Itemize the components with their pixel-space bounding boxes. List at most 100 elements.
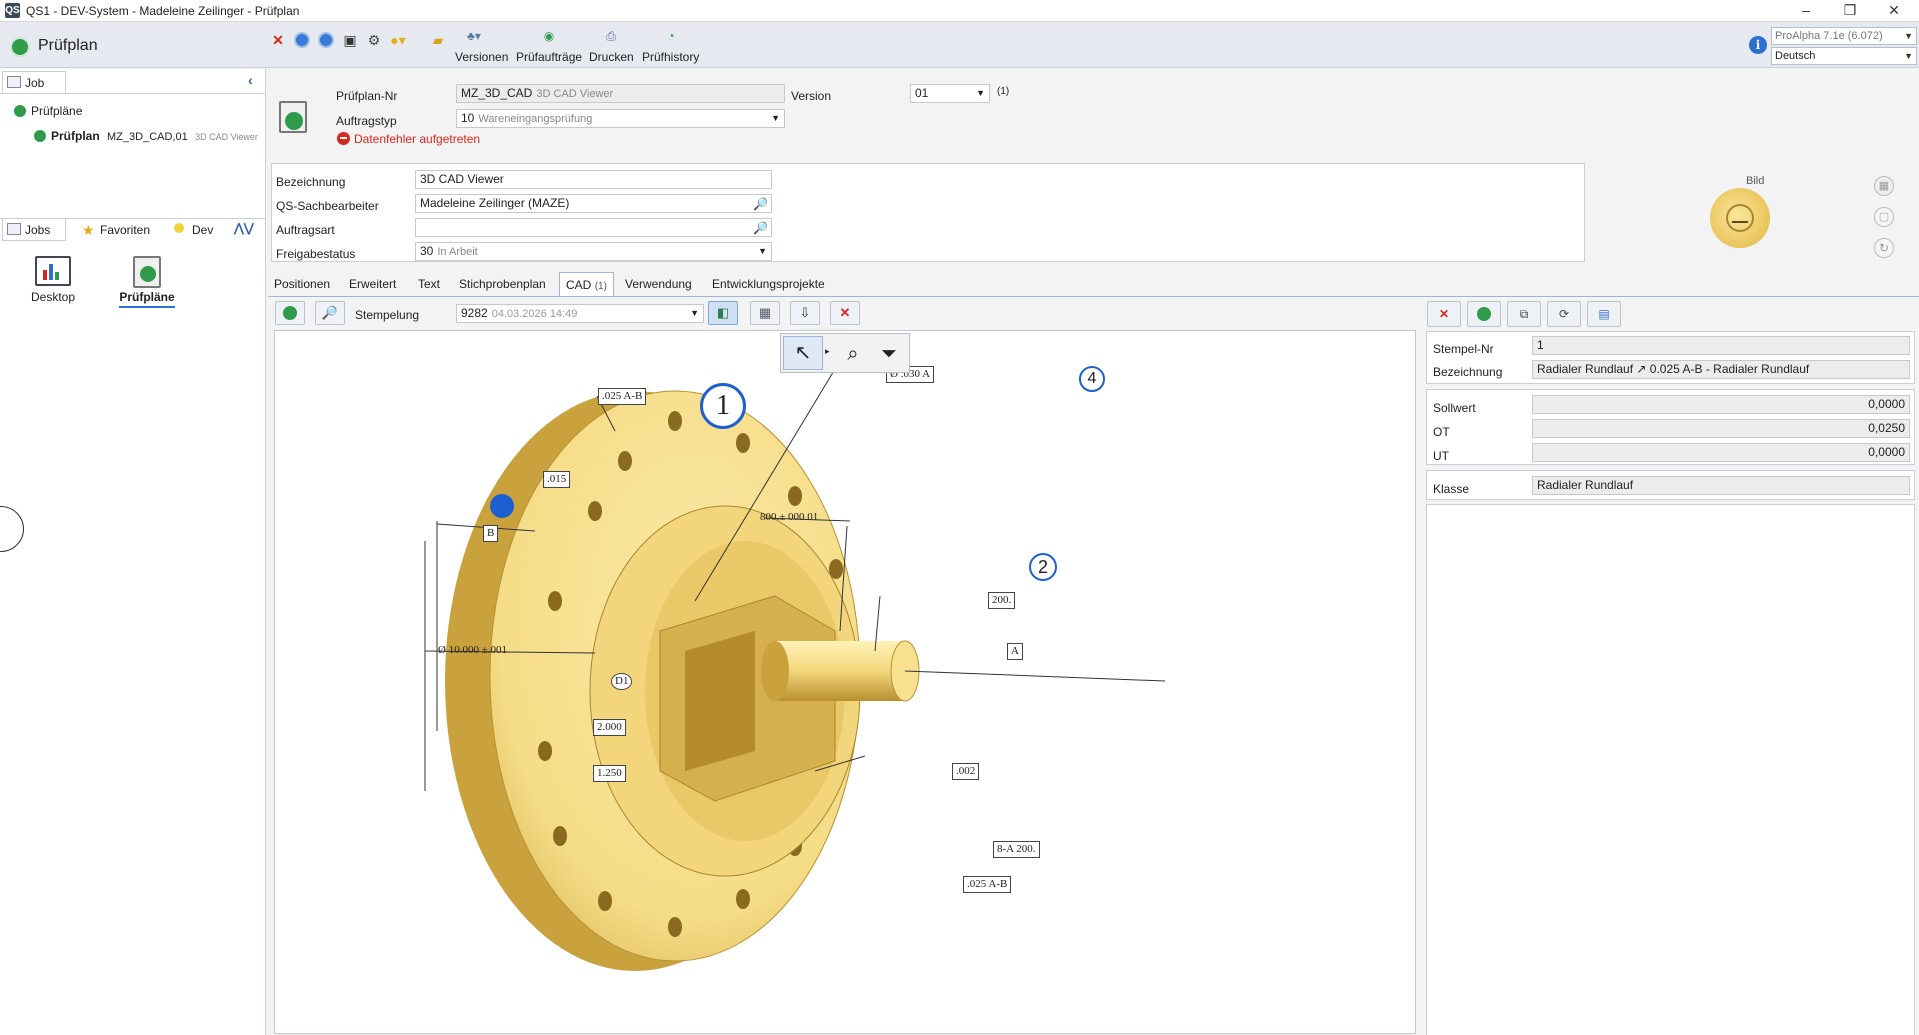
close-window-button[interactable]: ✕ <box>1872 0 1916 22</box>
back-button[interactable] <box>292 30 312 50</box>
sollwert-field[interactable]: 0,0000 <box>1532 395 1910 414</box>
pruefauftraege-icon[interactable]: ◉ <box>540 28 558 44</box>
klasse-field[interactable]: Radialer Rundlauf <box>1532 476 1910 495</box>
auftragstyp-select[interactable]: 10 Wareneingangsprüfung ▼ <box>456 109 785 128</box>
datum-b-label[interactable]: B <box>483 525 499 542</box>
tab-cad[interactable]: CAD (1) <box>559 272 614 297</box>
bookmark-dropdown-icon[interactable]: ●▾ <box>388 30 408 50</box>
gdt-callout-circularity[interactable]: .002 <box>952 763 980 780</box>
pruefauftraege-button[interactable]: Prüfaufträge <box>516 50 582 64</box>
ot-field[interactable]: 0,0250 <box>1532 419 1910 438</box>
collapse-panel-icon[interactable]: ‹ <box>248 72 253 88</box>
balloon-4[interactable]: 4 <box>1079 366 1105 392</box>
detail-form-box: Bezeichnung 3D CAD Viewer QS-Sachbearbei… <box>271 163 1585 262</box>
tab-stichprobenplan[interactable]: Stichprobenplan <box>453 272 552 296</box>
cad-model-canvas[interactable] <box>275 331 1416 1034</box>
gdt-callout-runout-1[interactable]: .025 A-B <box>598 388 647 405</box>
gdt-callout-200[interactable]: 200. <box>988 592 1016 609</box>
collapse-arrows-icon[interactable]: ⋀⋁ <box>234 221 254 235</box>
freigabestatus-select[interactable]: 30 In Arbeit ▼ <box>415 242 772 261</box>
refresh-detail-button[interactable]: ⟳ <box>1547 301 1581 327</box>
forward-button[interactable] <box>316 30 336 50</box>
search-stamp-button[interactable]: 🔎 <box>315 301 345 325</box>
print-icon[interactable]: ⎙ <box>602 28 620 44</box>
dimension-2000[interactable]: 2.000 <box>593 719 626 736</box>
launcher-desktop[interactable]: Desktop <box>24 256 82 304</box>
copy-detail-button[interactable]: ⧉ <box>1507 301 1541 327</box>
monitor-icon <box>7 76 21 88</box>
product-select[interactable]: ProAlpha 7.1e (6.072) ▼ <box>1771 27 1917 45</box>
dimension-1250[interactable]: 1.250 <box>593 765 626 782</box>
left-panel: Job ‹ Prüfpläne Prüfplan MZ_3D_CAD,01 3D… <box>0 69 266 1035</box>
delete-stamp-button[interactable]: ✕ <box>830 301 860 325</box>
stempel-nr-field[interactable]: 1 <box>1532 336 1910 355</box>
diameter-dimension[interactable]: Ø 10.000 ±.001 <box>435 643 510 660</box>
restore-button[interactable]: ❐ <box>1828 0 1872 22</box>
folder-notification-icon[interactable]: ▰ <box>428 30 448 50</box>
dropdown-arrow-icon[interactable]: ▸ <box>825 346 830 357</box>
datum-a-label[interactable]: A <box>1007 643 1023 660</box>
circle-handle[interactable] <box>0 506 24 552</box>
settings-icon[interactable]: ⚙ <box>364 30 384 50</box>
delete-detail-button[interactable]: ✕ <box>1427 301 1461 327</box>
gdt-callout-8a[interactable]: 8-A 200. <box>993 841 1040 858</box>
dimension-callout[interactable]: 800.± 000.01 <box>757 510 821 527</box>
search-icon: 🔎 <box>321 305 339 320</box>
launcher-pruefplaene[interactable]: Prüfpläne <box>112 256 182 308</box>
gdt-callout-runout-3[interactable]: .025 A-B <box>963 876 1012 893</box>
versionen-button[interactable]: Versionen <box>455 50 508 64</box>
balloon-1[interactable]: 1 <box>700 383 746 429</box>
tab-text[interactable]: Text <box>412 272 446 296</box>
app-logo-icon: QS <box>5 3 20 18</box>
divider <box>0 93 266 94</box>
error-message: Datenfehler aufgetreten <box>337 132 480 146</box>
tree-root-pruefplaene[interactable]: Prüfpläne <box>14 104 82 118</box>
info-icon[interactable]: i <box>1749 36 1767 54</box>
versions-icon[interactable]: ♣▾ <box>465 28 483 44</box>
history-icon[interactable]: ◔ <box>662 28 680 44</box>
balloon-marker[interactable] <box>490 494 514 518</box>
ut-field[interactable]: 0,0000 <box>1532 443 1910 462</box>
tab-job[interactable]: Job <box>2 71 66 93</box>
grid-view-icon[interactable]: ▦ <box>1874 176 1894 196</box>
table-view-button[interactable]: ▦ <box>750 301 780 325</box>
lookup-icon[interactable]: 🔎 <box>753 220 768 236</box>
version-select[interactable]: 01 ▼ <box>910 84 990 103</box>
export-button[interactable]: ⇩ <box>790 301 820 325</box>
lookup-icon[interactable]: 🔎 <box>753 196 768 212</box>
bezeichnung-detail-field[interactable]: Radialer Rundlauf ↗ 0.025 A-B - Radialer… <box>1532 360 1910 379</box>
auftragsart-input[interactable]: 🔎 <box>415 218 772 237</box>
document-icon[interactable]: ▢ <box>1874 207 1894 227</box>
add-stamp-button[interactable] <box>275 301 305 325</box>
tab-positionen[interactable]: Positionen <box>268 272 336 296</box>
pruefplan-nr-field[interactable]: MZ_3D_CAD 3D CAD Viewer <box>456 84 785 103</box>
gdt-callout-runout-2[interactable]: .015 <box>543 471 571 488</box>
qs-sachbearbeiter-input[interactable]: Madeleine Zeilinger (MAZE) 🔎 <box>415 194 772 213</box>
save-icon[interactable]: ▣ <box>340 30 360 50</box>
bezeichnung-input[interactable]: 3D CAD Viewer <box>415 170 772 189</box>
tab-entwicklungsprojekte[interactable]: Entwicklungsprojekte <box>706 272 831 296</box>
tab-dev[interactable]: Dev <box>170 219 213 241</box>
filter-tool-icon[interactable]: ⏷ <box>873 338 905 370</box>
refresh-icon[interactable]: ↻ <box>1874 238 1894 258</box>
pruefhistory-button[interactable]: Prüfhistory <box>642 50 699 64</box>
tab-erweitert[interactable]: Erweitert <box>343 272 402 296</box>
axis-line <box>904 670 1166 682</box>
tree-item-pruefplan[interactable]: Prüfplan MZ_3D_CAD,01 3D CAD Viewer <box>34 129 258 143</box>
tab-favoriten[interactable]: ★ Favoriten <box>78 219 150 241</box>
add-detail-button[interactable] <box>1467 301 1501 327</box>
zoom-tool-icon[interactable]: ⌕ <box>837 338 869 370</box>
balloon-2[interactable]: 2 <box>1029 553 1057 581</box>
minimize-button[interactable]: – <box>1784 0 1828 22</box>
tab-verwendung[interactable]: Verwendung <box>619 272 698 296</box>
drucken-button[interactable]: Drucken <box>589 50 634 64</box>
stamp-view-button[interactable]: ◧ <box>708 301 738 325</box>
stempelung-select[interactable]: 9282 04.03.2026 14:49 ▼ <box>456 304 704 323</box>
cancel-icon[interactable]: ✕ <box>268 30 288 50</box>
cad-viewer[interactable]: .025 A-B .015 Ø .030 A 800.± 000.01 B Ø … <box>274 330 1416 1034</box>
language-select[interactable]: Deutsch ▼ <box>1771 47 1917 65</box>
tab-jobs[interactable]: Jobs <box>2 219 66 241</box>
select-pointer-tool[interactable]: ↖ <box>783 336 823 370</box>
save-detail-button[interactable]: ▤ <box>1587 301 1621 327</box>
ot-label: OT <box>1433 425 1450 439</box>
